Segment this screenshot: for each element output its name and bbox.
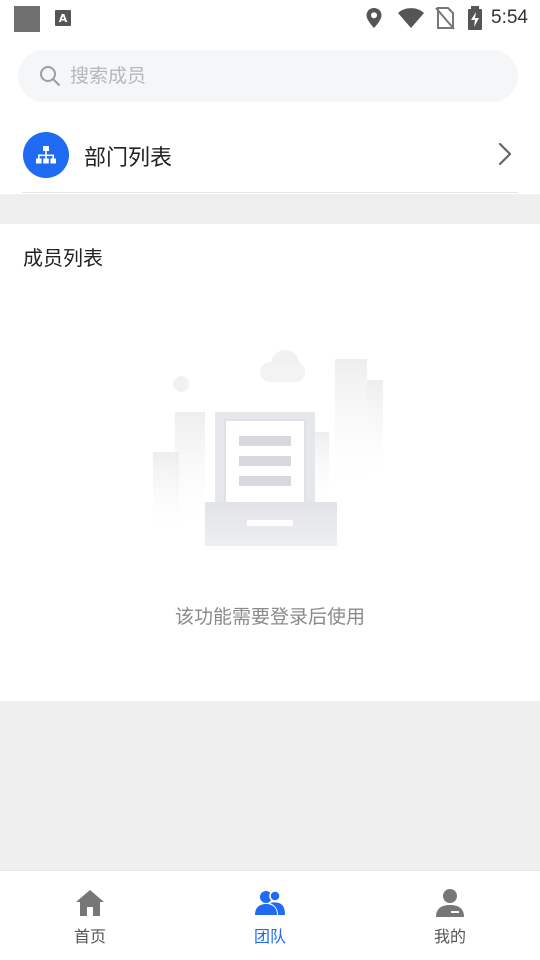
- chevron-right-icon: [498, 142, 512, 166]
- nav-item-profile[interactable]: 我的: [360, 871, 540, 960]
- svg-text:A: A: [59, 12, 68, 25]
- status-time: 5:54: [491, 7, 528, 28]
- text-a-icon: A: [55, 10, 71, 26]
- location-icon: [366, 8, 382, 28]
- empty-state-illustration: [153, 350, 383, 546]
- nav-item-home[interactable]: 首页: [0, 871, 180, 960]
- department-list-row[interactable]: 部门列表: [0, 124, 540, 192]
- status-bar: A 5:54: [0, 0, 540, 36]
- team-icon: [255, 890, 285, 915]
- no-sim-icon: [435, 7, 455, 30]
- search-bar[interactable]: [18, 50, 518, 102]
- wifi-icon: [398, 8, 425, 28]
- org-chart-icon: [23, 132, 69, 178]
- profile-icon: [436, 889, 464, 917]
- app-screen: A 5:54 搜索成员 部门列表 成员列表 该功能需要登录后使用 首页 团队 我…: [0, 0, 540, 960]
- nav-label-team: 团队: [253, 927, 286, 946]
- status-icons: 5:54: [365, 4, 528, 32]
- search-input[interactable]: [70, 65, 470, 87]
- nav-label-profile: 我的: [433, 927, 466, 946]
- divider: [22, 192, 518, 193]
- search-icon: [40, 66, 60, 86]
- top-panel: 部门列表: [0, 36, 540, 194]
- battery-charging-icon: [468, 6, 483, 30]
- notification-square-icon: [14, 6, 40, 32]
- bottom-nav: 首页 团队 我的: [0, 870, 540, 960]
- nav-label-home: 首页: [73, 927, 106, 946]
- home-icon: [76, 890, 104, 916]
- members-section-title: 成员列表: [23, 246, 103, 270]
- members-panel: 成员列表 该功能需要登录后使用: [0, 224, 540, 701]
- nav-item-team[interactable]: 团队: [180, 871, 360, 960]
- department-list-label: 部门列表: [84, 146, 173, 171]
- empty-state-message: 该功能需要登录后使用: [174, 606, 365, 628]
